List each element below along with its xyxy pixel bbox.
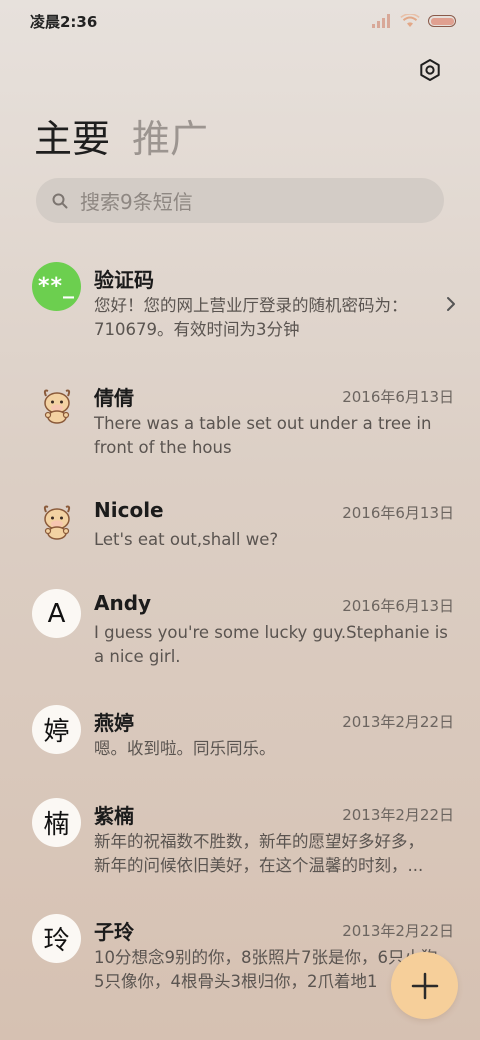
avatar-sticker bbox=[32, 496, 81, 545]
battery-level bbox=[430, 17, 454, 25]
ox-sticker-icon bbox=[43, 389, 70, 424]
contact-name: Nicole bbox=[94, 498, 164, 522]
message-preview: Let's eat out,shall we? bbox=[94, 528, 456, 552]
preview-line: a nice girl. bbox=[94, 647, 181, 666]
preview-line: There was a table set out under a tree i… bbox=[94, 414, 432, 433]
message-preview: There was a table set out under a tree i… bbox=[94, 412, 456, 460]
message-date: 2013年2月22日 bbox=[342, 713, 454, 731]
contact-name: 倩倩 bbox=[94, 386, 134, 410]
settings-button[interactable] bbox=[416, 56, 444, 84]
conversation-item[interactable]: 倩倩 2016年6月13日 There was a table set out … bbox=[0, 368, 480, 468]
contact-name: 燕婷 bbox=[94, 711, 134, 735]
contact-name: 子玲 bbox=[94, 920, 134, 944]
contact-name: 验证码 bbox=[94, 268, 154, 292]
signal-icon bbox=[372, 14, 390, 28]
message-date: 2013年2月22日 bbox=[342, 806, 454, 824]
search-bar[interactable]: 搜索9条短信 bbox=[36, 178, 444, 223]
conversation-item[interactable]: 楠 紫楠 2013年2月22日 新年的祝福数不胜数，新年的愿望好多好多， 新年的… bbox=[0, 786, 480, 886]
contact-name: 紫楠 bbox=[94, 804, 134, 828]
chevron-right-icon bbox=[447, 297, 455, 311]
search-placeholder: 搜索9条短信 bbox=[80, 190, 193, 214]
settings-icon bbox=[420, 59, 440, 81]
contact-name: Andy bbox=[94, 591, 152, 615]
preview-line: 您好！您的网上营业厅登录的随机密码为： bbox=[94, 296, 408, 315]
status-bar: 凌晨2:36 bbox=[0, 0, 480, 40]
preview-line: 新年的问候依旧美好，在这个温馨的时刻，... bbox=[94, 856, 424, 875]
new-message-button[interactable] bbox=[391, 952, 458, 1019]
preview-line: Let's eat out,shall we? bbox=[94, 530, 279, 549]
avatar-text: 玲 bbox=[43, 926, 70, 956]
avatar-text: 婷 bbox=[43, 717, 70, 747]
preview-line: I guess you're some lucky guy.Stephanie … bbox=[94, 623, 448, 642]
battery-icon bbox=[428, 15, 456, 27]
ox-sticker-icon bbox=[43, 505, 70, 540]
message-preview: 您好！您的网上营业厅登录的随机密码为： 710679。有效时间为3分钟 bbox=[94, 294, 456, 342]
preview-line: 嗯。收到啦。同乐同乐。 bbox=[94, 739, 276, 758]
avatar: A bbox=[32, 589, 81, 638]
message-date: 2016年6月13日 bbox=[342, 388, 454, 406]
conversation-item[interactable]: **_ 验证码 您好！您的网上营业厅登录的随机密码为： 710679。有效时间为… bbox=[0, 250, 480, 350]
avatar-sticker bbox=[32, 380, 81, 429]
search-icon bbox=[52, 193, 68, 208]
avatar-text: **_ bbox=[37, 274, 75, 299]
status-time: 凌晨2:36 bbox=[30, 13, 98, 31]
avatar: 楠 bbox=[32, 798, 81, 847]
message-date: 2016年6月13日 bbox=[342, 597, 454, 615]
message-preview: 嗯。收到啦。同乐同乐。 bbox=[94, 737, 456, 761]
preview-line: front of the hous bbox=[94, 438, 232, 457]
conversation-item[interactable]: 婷 燕婷 2013年2月22日 嗯。收到啦。同乐同乐。 bbox=[0, 693, 480, 773]
message-date: 2013年2月22日 bbox=[342, 922, 454, 940]
avatar: 婷 bbox=[32, 705, 81, 754]
avatar: **_ bbox=[32, 262, 81, 311]
message-date: 2016年6月13日 bbox=[342, 504, 454, 522]
preview-line: 新年的祝福数不胜数，新年的愿望好多好多， bbox=[94, 832, 424, 851]
message-preview: I guess you're some lucky guy.Stephanie … bbox=[94, 621, 456, 669]
tab-bar: 主要 推广 bbox=[34, 108, 208, 163]
conversation-item[interactable]: Nicole 2016年6月13日 Let's eat out,shall we… bbox=[0, 484, 480, 564]
tab-promotions[interactable]: 推广 bbox=[132, 108, 208, 163]
avatar-text: 楠 bbox=[43, 810, 70, 840]
wifi-icon bbox=[400, 14, 420, 27]
avatar: 玲 bbox=[32, 914, 81, 963]
preview-line: 710679。有效时间为3分钟 bbox=[94, 320, 300, 339]
conversation-item[interactable]: A Andy 2016年6月13日 I guess you're some lu… bbox=[0, 577, 480, 677]
tab-primary[interactable]: 主要 bbox=[34, 108, 110, 163]
message-preview: 新年的祝福数不胜数，新年的愿望好多好多， 新年的问候依旧美好，在这个温馨的时刻，… bbox=[94, 830, 456, 878]
avatar-text: A bbox=[47, 598, 66, 629]
plus-icon bbox=[411, 972, 438, 999]
status-icons bbox=[372, 13, 456, 29]
